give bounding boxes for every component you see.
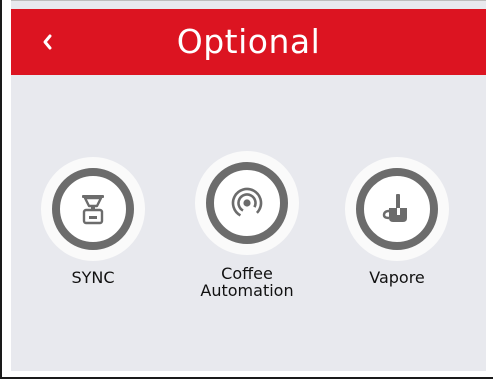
option-icon-circle — [41, 157, 145, 261]
option-label-coffee-automation: Coffee Automation — [200, 264, 294, 300]
option-sync[interactable]: SYNC — [41, 157, 145, 307]
screen: Optional SYNC Coffee Automation Vapore — [11, 0, 486, 371]
option-vapore[interactable]: Vapore — [345, 157, 449, 307]
option-coffee-automation[interactable]: Coffee Automation — [193, 151, 301, 311]
option-label-sync: SYNC — [71, 268, 115, 287]
option-label-vapore: Vapore — [369, 268, 425, 287]
steam-cup-icon — [382, 194, 407, 222]
option-icon-circle — [195, 151, 299, 255]
wireless-signal-icon — [231, 187, 263, 219]
scale-icon — [82, 195, 104, 225]
device-frame: Optional SYNC Coffee Automation Vapore — [0, 0, 493, 379]
header-bar: Optional — [11, 9, 486, 75]
option-icon-circle — [345, 157, 449, 261]
page-title: Optional — [176, 22, 321, 61]
